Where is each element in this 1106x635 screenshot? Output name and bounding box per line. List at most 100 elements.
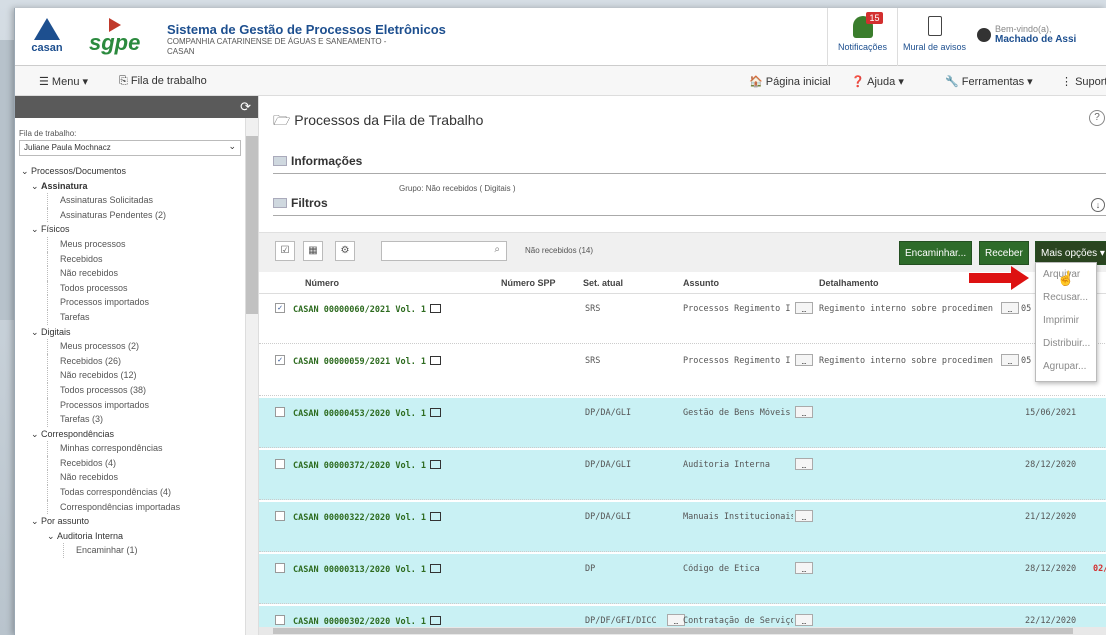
process-number-link[interactable]: CASAN 00000059/2021 Vol. 1	[293, 357, 426, 367]
support-menu[interactable]: ⋮ Suport	[1061, 75, 1106, 88]
tools-menu[interactable]: 🔧 Ferramentas ▾	[945, 75, 1033, 88]
sidebar-item[interactable]: Todos processos	[47, 280, 241, 296]
menu-button[interactable]: ☰ Menu ▾	[39, 75, 88, 88]
chevron-down-icon[interactable]: ⌄	[31, 325, 41, 340]
sidebar-item[interactable]: ⌄ Correspondências	[19, 427, 241, 442]
horizontal-scrollbar[interactable]	[259, 627, 1106, 635]
dropdown-item[interactable]: Distribuir...	[1036, 332, 1096, 355]
dropdown-item[interactable]: Recusar...	[1036, 286, 1096, 309]
sidebar-item[interactable]: Minhas correspondências	[47, 441, 241, 456]
document-icon[interactable]	[430, 460, 442, 469]
row-checkbox[interactable]	[275, 407, 285, 417]
ellipsis-button[interactable]: …	[795, 458, 813, 470]
process-number-link[interactable]: CASAN 00000322/2020 Vol. 1	[293, 513, 426, 523]
col-detalhamento[interactable]: Detalhamento	[819, 278, 879, 288]
horizontal-scroll-thumb[interactable]	[273, 628, 1073, 634]
fila-trabalho-link[interactable]: ⎘ Fila de trabalho	[119, 75, 207, 88]
chevron-down-icon[interactable]: ⌄	[47, 529, 57, 544]
search-input[interactable]: ⌕	[381, 241, 507, 261]
fila-select[interactable]: Juliane Paula Mochnacz ⌄	[19, 140, 241, 156]
row-checkbox[interactable]: ✓	[275, 355, 285, 365]
sidebar-item[interactable]: Tarefas (3)	[47, 412, 241, 427]
sidebar-item[interactable]: Recebidos (4)	[47, 455, 241, 471]
document-icon[interactable]	[430, 304, 442, 313]
ellipsis-button[interactable]: …	[1001, 302, 1019, 314]
process-number-link[interactable]: CASAN 00000453/2020 Vol. 1	[293, 409, 426, 419]
sidebar-item[interactable]: Meus processos	[47, 236, 241, 252]
ellipsis-button[interactable]: …	[1001, 354, 1019, 366]
notifications-button[interactable]: 15 Notificações	[827, 8, 897, 66]
forward-button[interactable]: Encaminhar...	[899, 241, 973, 265]
ellipsis-button[interactable]: …	[795, 562, 813, 574]
row-checkbox[interactable]	[275, 563, 285, 573]
row-checkbox[interactable]	[275, 615, 285, 625]
document-icon[interactable]	[430, 512, 442, 521]
user-avatar-icon[interactable]	[977, 28, 991, 42]
sidebar-item[interactable]: Meus processos (2)	[47, 339, 241, 354]
col-set-atual[interactable]: Set. atual	[583, 278, 623, 288]
sidebar-item[interactable]: Todas correspondências (4)	[47, 485, 241, 500]
gear-icon[interactable]: ⚙	[335, 241, 355, 261]
sidebar-item[interactable]: Processos importados	[47, 295, 241, 310]
refresh-icon[interactable]: ⟳	[240, 99, 251, 115]
sidebar-item[interactable]: Encaminhar (1)	[63, 543, 241, 559]
sidebar-item[interactable]: ⌄ Digitais	[19, 325, 241, 340]
chevron-down-icon[interactable]: ⌄	[31, 179, 41, 194]
sidebar-item[interactable]: Assinaturas Pendentes (2)	[47, 207, 241, 223]
info-section-header[interactable]: Informações	[273, 154, 1106, 174]
sidebar-item[interactable]: Assinaturas Solicitadas	[47, 193, 241, 208]
sidebar-item[interactable]: Não recebidos (12)	[47, 368, 241, 383]
table-row[interactable]: ✓ CASAN 00000059/2021 Vol. 1 SRS Processos …	[259, 346, 1106, 396]
document-icon[interactable]	[430, 564, 442, 573]
chevron-down-icon[interactable]: ⌄	[31, 427, 41, 442]
sidebar-item[interactable]: ⌄ Físicos	[19, 222, 241, 237]
sidebar-item[interactable]: Não recebidos	[47, 266, 241, 281]
filters-section-header[interactable]: Filtros	[273, 196, 1106, 216]
ellipsis-button[interactable]: …	[795, 406, 813, 418]
process-number-link[interactable]: CASAN 00000372/2020 Vol. 1	[293, 461, 426, 471]
home-link[interactable]: 🏠 Página inicial	[749, 75, 831, 88]
sidebar-item[interactable]: Correspondências importadas	[47, 499, 241, 515]
table-row[interactable]: CASAN 00000453/2020 Vol. 1 DP/DA/GLI Gestã…	[259, 398, 1106, 448]
document-icon[interactable]	[430, 408, 442, 417]
columns-icon[interactable]: ▦	[303, 241, 323, 261]
chevron-down-icon[interactable]: ⌄	[21, 164, 31, 179]
ellipsis-button[interactable]: …	[795, 302, 813, 314]
chevron-down-icon[interactable]: ⌄	[31, 222, 41, 237]
ellipsis-button[interactable]: …	[795, 354, 813, 366]
sidebar-item[interactable]: ⌄ Auditoria Interna	[19, 529, 241, 544]
help-menu[interactable]: ❓ Ajuda ▾	[851, 75, 904, 88]
process-number-link[interactable]: CASAN 00000060/2021 Vol. 1	[293, 305, 426, 315]
select-all-icon[interactable]: ☑	[275, 241, 295, 261]
sidebar-item[interactable]: Não recebidos	[47, 470, 241, 486]
document-icon[interactable]	[430, 356, 442, 365]
download-icon[interactable]: ↓	[1091, 198, 1105, 212]
sidebar-item[interactable]: Tarefas	[47, 309, 241, 325]
sidebar-item[interactable]: ⌄ Assinatura	[19, 179, 241, 194]
sidebar-item[interactable]: Recebidos	[47, 251, 241, 267]
receive-button[interactable]: Receber	[979, 241, 1029, 265]
sidebar-scroll-thumb[interactable]	[246, 136, 258, 314]
process-number-link[interactable]: CASAN 00000313/2020 Vol. 1	[293, 565, 426, 575]
sidebar-item[interactable]: Processos importados	[47, 397, 241, 413]
dropdown-item[interactable]: Imprimir	[1036, 309, 1096, 332]
dropdown-item[interactable]: Agrupar...	[1036, 355, 1096, 378]
help-icon[interactable]: ?	[1089, 110, 1105, 126]
ellipsis-button[interactable]: …	[795, 510, 813, 522]
table-row[interactable]: CASAN 00000322/2020 Vol. 1 DP/DA/GLI Manua…	[259, 502, 1106, 552]
row-checkbox[interactable]	[275, 459, 285, 469]
col-numero[interactable]: Número	[305, 278, 339, 288]
ellipsis-button[interactable]: …	[795, 614, 813, 626]
row-checkbox[interactable]: ✓	[275, 303, 285, 313]
col-numero-spp[interactable]: Número SPP	[501, 278, 556, 288]
welcome-text[interactable]: Bem-vindo(a), Machado de Assi	[995, 24, 1076, 45]
process-number-link[interactable]: CASAN 00000302/2020 Vol. 1	[293, 617, 426, 627]
row-checkbox[interactable]	[275, 511, 285, 521]
sidebar-item[interactable]: Todos processos (38)	[47, 382, 241, 398]
mural-button[interactable]: Mural de avisos	[897, 8, 971, 66]
sidebar-item[interactable]: Recebidos (26)	[47, 353, 241, 369]
sidebar-item[interactable]: ⌄ Por assunto	[19, 514, 241, 529]
chevron-down-icon[interactable]: ⌄	[31, 514, 41, 529]
table-row[interactable]: ✓ CASAN 00000060/2021 Vol. 1 SRS Processos …	[259, 294, 1106, 344]
table-row[interactable]: CASAN 00000372/2020 Vol. 1 DP/DA/GLI Audit…	[259, 450, 1106, 500]
